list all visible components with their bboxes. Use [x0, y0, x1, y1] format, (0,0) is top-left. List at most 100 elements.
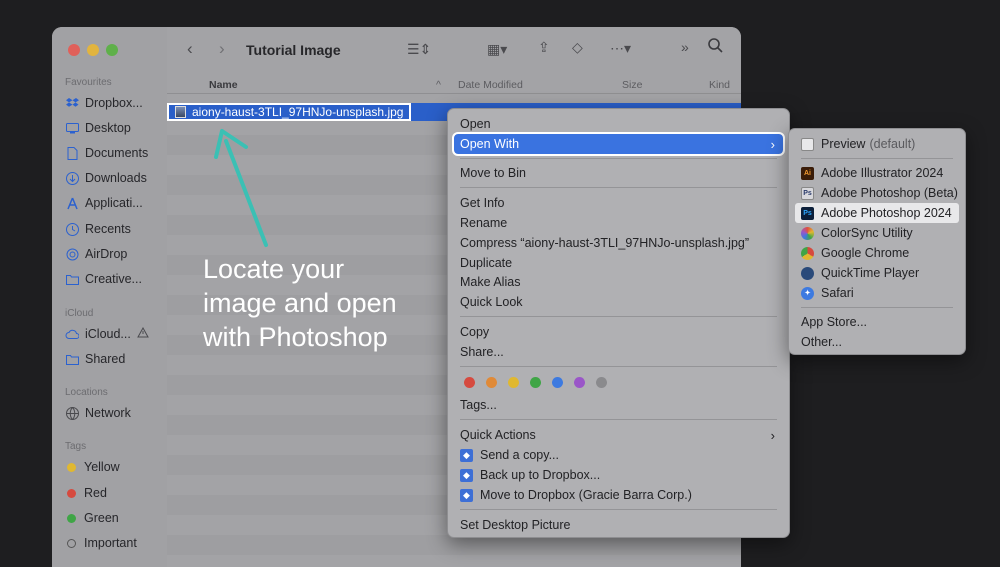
sort-chevron-icon: ^ [436, 79, 441, 91]
sidebar-item-airdrop[interactable]: AirDrop [65, 244, 127, 264]
menu-item-label: Preview [821, 137, 866, 151]
sidebar-item-tag-red[interactable]: Red [65, 483, 107, 503]
submenu-item-quicktime[interactable]: QuickTime Player [795, 263, 959, 283]
close-window-button[interactable] [68, 44, 80, 56]
sidebar-section-icloud: iCloud [65, 308, 94, 319]
submenu-item-app-store[interactable]: App Store... [795, 312, 959, 332]
submenu-item-illustrator[interactable]: Ai Adobe Illustrator 2024 [795, 163, 959, 183]
submenu-item-preview[interactable]: Preview (default) [795, 134, 959, 154]
context-menu: Open Open With › Move to Bin Get Info Re… [447, 108, 790, 538]
sidebar-item-downloads[interactable]: Downloads [65, 168, 147, 188]
tag-color-blue[interactable] [552, 377, 563, 388]
back-chevron-icon[interactable]: ‹ [187, 39, 193, 59]
sidebar-item-dropbox[interactable]: Dropbox... [65, 93, 143, 113]
submenu-item-colorsync[interactable]: ColorSync Utility [795, 223, 959, 243]
sidebar-item-label: Creative... [85, 272, 142, 286]
chrome-app-icon [801, 246, 814, 260]
sidebar-item-icloud-drive[interactable]: iCloud... [65, 324, 149, 344]
sidebar-item-recents[interactable]: Recents [65, 219, 131, 239]
sidebar-item-label: Applicati... [85, 196, 143, 210]
menu-item-duplicate[interactable]: Duplicate [454, 253, 783, 273]
menu-item-get-info[interactable]: Get Info [454, 193, 783, 213]
warning-icon [137, 326, 149, 341]
submenu-item-chrome[interactable]: Google Chrome [795, 243, 959, 263]
annotation-line: image and open [203, 288, 397, 318]
sidebar-item-tag-yellow[interactable]: Yellow [65, 457, 120, 477]
submenu-item-safari[interactable]: ✦ Safari [795, 283, 959, 303]
menu-item-tags[interactable]: Tags... [454, 395, 783, 415]
submenu-chevron-icon: › [770, 136, 775, 152]
share-icon[interactable]: ⇪ [538, 39, 550, 56]
menu-item-label: QuickTime Player [821, 266, 920, 280]
column-header-date[interactable]: Date Modified [458, 79, 523, 91]
important-tag-dot-icon [67, 538, 76, 548]
more-actions-icon[interactable]: ⋯▾ [610, 40, 631, 57]
menu-separator [460, 419, 777, 420]
group-by-icon[interactable]: ▦▾ [487, 41, 507, 58]
menu-item-rename[interactable]: Rename [454, 213, 783, 233]
submenu-item-photoshop-2024[interactable]: Ps Adobe Photoshop 2024 [795, 203, 959, 223]
menu-item-label: Move to Dropbox (Gracie Barra Corp.) [480, 488, 692, 502]
menu-item-share[interactable]: Share... [454, 342, 783, 362]
colorsync-app-icon [801, 226, 814, 240]
sidebar-item-network[interactable]: Network [65, 403, 131, 423]
menu-item-set-desktop[interactable]: Set Desktop Picture [454, 515, 783, 535]
file-name: aiony-haust-3TLI_97HNJo-unsplash.jpg [192, 105, 404, 119]
menu-item-move-dropbox[interactable]: ◆ Move to Dropbox (Gracie Barra Corp.) [454, 485, 783, 505]
shared-folder-icon [65, 352, 79, 366]
sidebar-item-label: Shared [85, 352, 126, 366]
menu-separator [460, 316, 777, 317]
dropbox-icon [65, 96, 79, 110]
tag-color-red[interactable] [464, 377, 475, 388]
menu-item-send-copy[interactable]: ◆ Send a copy... [454, 445, 783, 465]
safari-app-icon: ✦ [801, 286, 814, 300]
annotation-line: with Photoshop [203, 322, 388, 352]
open-with-submenu: Preview (default) Ai Adobe Illustrator 2… [788, 128, 966, 355]
zoom-window-button[interactable] [106, 44, 118, 56]
menu-item-backup-dropbox[interactable]: ◆ Back up to Dropbox... [454, 465, 783, 485]
submenu-item-photoshop-beta[interactable]: Ps Adobe Photoshop (Beta) [795, 183, 959, 203]
menu-item-label: Google Chrome [821, 246, 910, 260]
menu-item-move-to-bin[interactable]: Move to Bin [454, 163, 783, 183]
sidebar-item-desktop[interactable]: Desktop [65, 118, 131, 138]
column-header-size[interactable]: Size [622, 79, 642, 91]
menu-item-compress[interactable]: Compress “aiony-haust-3TLI_97HNJo-unspla… [454, 233, 783, 253]
column-header-name[interactable]: Name [209, 79, 238, 91]
submenu-item-other[interactable]: Other... [795, 332, 959, 352]
menu-item-copy[interactable]: Copy [454, 322, 783, 342]
tag-icon[interactable]: ◇ [572, 39, 583, 56]
sidebar-item-label: Dropbox... [85, 96, 143, 110]
sidebar-item-applications[interactable]: Applicati... [65, 193, 143, 213]
menu-item-quick-look[interactable]: Quick Look [454, 292, 783, 312]
menu-item-make-alias[interactable]: Make Alias [454, 272, 783, 292]
sidebar-item-tag-green[interactable]: Green [65, 508, 119, 528]
sidebar-item-documents[interactable]: Documents [65, 143, 148, 163]
airdrop-icon [65, 247, 79, 261]
overflow-chevron-icon[interactable]: » [681, 39, 689, 55]
sidebar-item-tag-important[interactable]: Important [65, 533, 137, 553]
list-view-icon[interactable]: ☰⇕ [407, 41, 431, 58]
submenu-chevron-icon: › [770, 427, 775, 443]
file-name-cell[interactable]: aiony-haust-3TLI_97HNJo-unsplash.jpg [167, 103, 412, 121]
column-header-kind[interactable]: Kind [709, 79, 730, 91]
sidebar-item-creative[interactable]: Creative... [65, 269, 142, 289]
menu-item-label: ColorSync Utility [821, 226, 913, 240]
illustrator-app-icon: Ai [801, 166, 814, 180]
menu-item-open-with[interactable]: Open With › [452, 132, 785, 156]
folder-icon [65, 272, 79, 286]
sidebar: Favourites Dropbox... Desktop Documents … [52, 27, 167, 567]
tag-color-orange[interactable] [486, 377, 497, 388]
tag-color-green[interactable] [530, 377, 541, 388]
tag-color-purple[interactable] [574, 377, 585, 388]
tag-color-yellow[interactable] [508, 377, 519, 388]
window-title: Tutorial Image [246, 42, 341, 58]
search-icon[interactable] [708, 38, 723, 56]
cloud-icon [65, 327, 79, 341]
forward-chevron-icon[interactable]: › [219, 39, 225, 59]
minimize-window-button[interactable] [87, 44, 99, 56]
tag-color-grey[interactable] [596, 377, 607, 388]
sidebar-item-shared[interactable]: Shared [65, 349, 125, 369]
menu-item-open[interactable]: Open [454, 114, 783, 134]
menu-item-quick-actions[interactable]: Quick Actions › [454, 425, 783, 445]
sidebar-item-label: Documents [85, 146, 149, 160]
